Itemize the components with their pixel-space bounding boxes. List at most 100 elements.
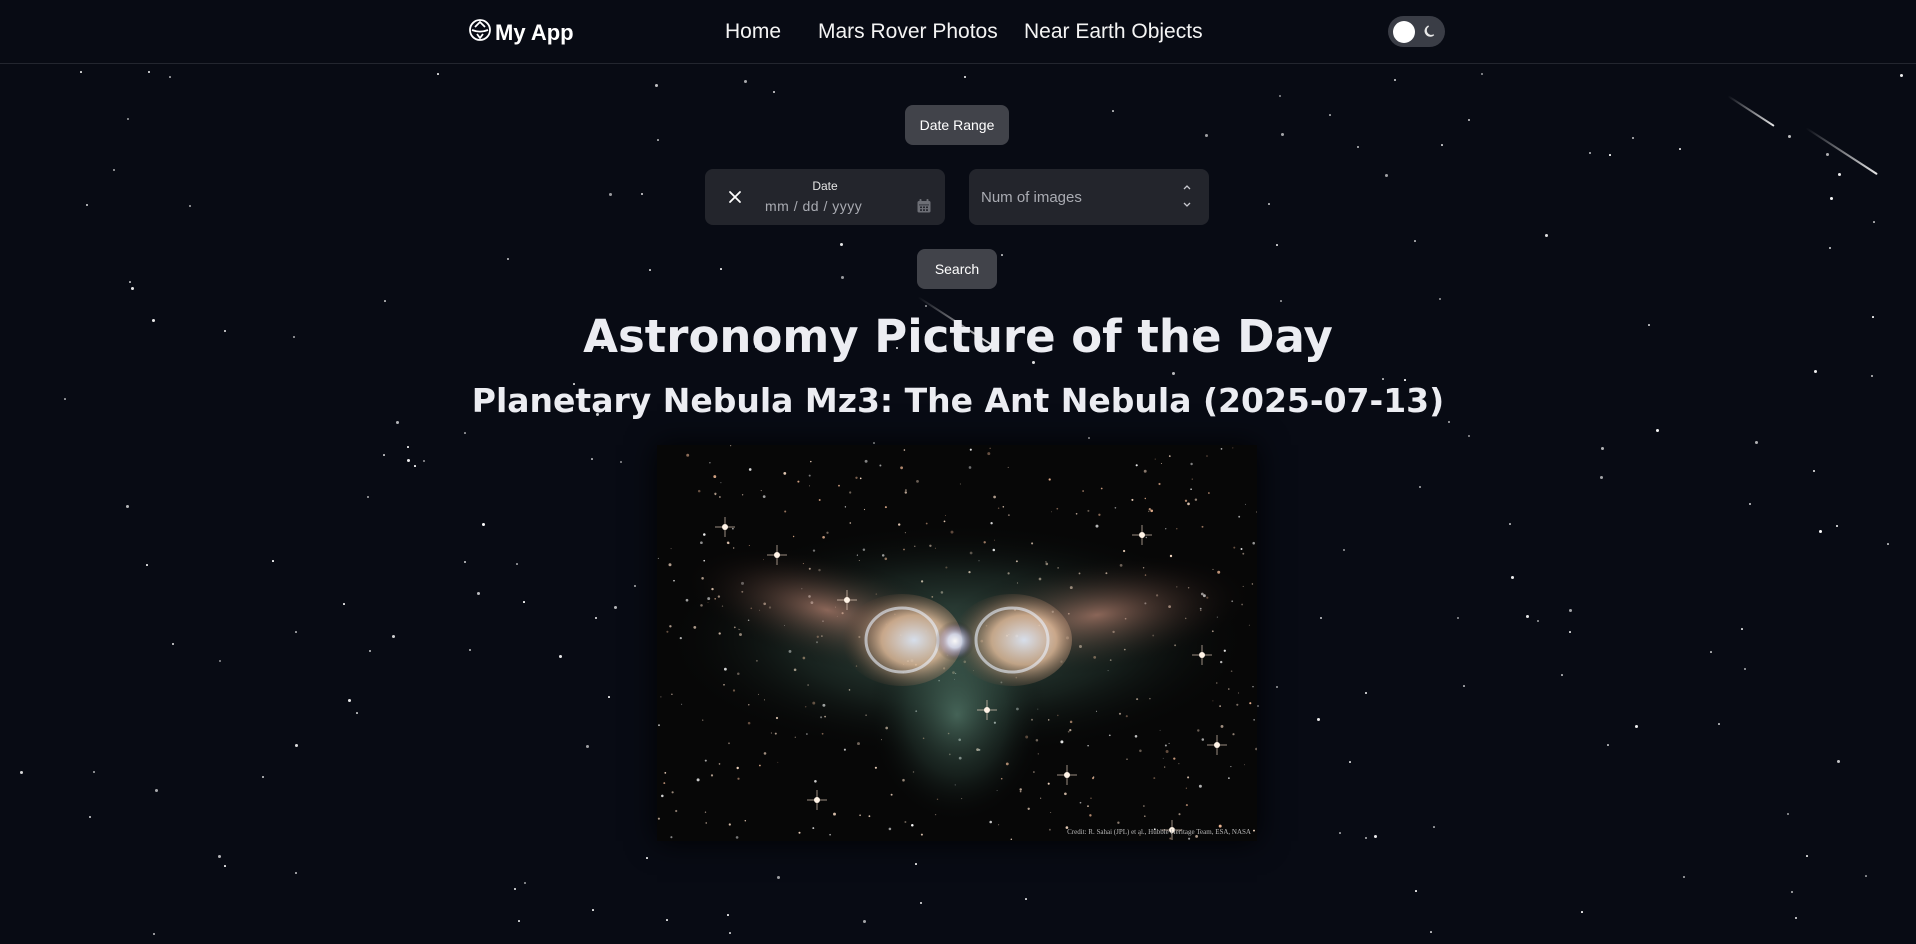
star <box>1317 718 1320 721</box>
star <box>1829 247 1831 249</box>
star <box>777 876 780 879</box>
star <box>524 882 526 884</box>
star <box>841 276 844 279</box>
star <box>1741 628 1743 630</box>
calendar-icon[interactable] <box>916 198 932 214</box>
star <box>1826 153 1829 156</box>
date-input[interactable]: mm / dd / yyyy <box>765 198 862 214</box>
star <box>127 118 129 120</box>
star <box>1281 133 1284 136</box>
star <box>1609 154 1611 156</box>
star <box>1679 148 1681 150</box>
star <box>1468 119 1470 121</box>
nav-link-home[interactable]: Home <box>725 20 781 44</box>
apod-image: Credit: R. Sahai (JPL) et al., Hubble He… <box>657 445 1257 841</box>
star <box>155 789 158 792</box>
star <box>523 601 525 603</box>
star <box>1441 144 1443 146</box>
star <box>595 617 597 619</box>
chevron-down-icon[interactable] <box>1181 199 1193 211</box>
star <box>964 76 966 78</box>
star <box>172 643 174 645</box>
star <box>1112 110 1114 112</box>
star <box>423 460 425 462</box>
nasa-orbit-logo-icon <box>468 18 492 48</box>
star <box>744 80 747 83</box>
num-images-field[interactable]: Num of images <box>969 169 1209 225</box>
star <box>1414 240 1416 242</box>
star <box>1787 813 1789 815</box>
star <box>414 465 416 467</box>
star <box>1581 911 1583 913</box>
star <box>146 564 148 566</box>
nav-link-near-earth-objects[interactable]: Near Earth Objects <box>1024 20 1203 44</box>
star <box>464 561 466 563</box>
chevron-up-icon[interactable] <box>1181 181 1193 193</box>
star <box>80 71 82 73</box>
navbar: My App Home Mars Rover Photos Near Earth… <box>0 0 1916 64</box>
star <box>1837 760 1840 763</box>
star <box>93 771 95 773</box>
star <box>272 560 274 562</box>
star <box>655 84 658 87</box>
star <box>113 169 115 171</box>
star <box>1718 723 1720 725</box>
star <box>514 888 516 890</box>
image-credit: Credit: R. Sahai (JPL) et al., Hubble He… <box>1067 828 1251 836</box>
star <box>1838 173 1841 176</box>
star <box>634 585 636 587</box>
star <box>1385 174 1388 177</box>
star <box>1320 617 1322 619</box>
star <box>1329 114 1331 116</box>
search-button[interactable]: Search <box>917 249 997 289</box>
shooting-star <box>1805 127 1878 176</box>
star <box>1537 620 1539 622</box>
star <box>482 523 485 526</box>
star <box>1439 298 1441 300</box>
star <box>863 920 866 923</box>
star <box>873 442 875 444</box>
star <box>437 73 439 75</box>
star <box>720 268 722 270</box>
star <box>1749 503 1751 505</box>
star <box>383 454 385 456</box>
star <box>1755 441 1758 444</box>
star <box>407 446 409 448</box>
star <box>407 459 410 462</box>
toggle-knob <box>1393 21 1415 43</box>
star <box>1900 74 1903 77</box>
star <box>840 243 843 246</box>
date-range-button[interactable]: Date Range <box>905 105 1009 145</box>
star <box>1683 876 1685 878</box>
theme-toggle[interactable] <box>1388 16 1445 47</box>
num-images-input[interactable]: Num of images <box>981 189 1082 206</box>
star <box>343 603 345 605</box>
nav-link-mars-rover-photos[interactable]: Mars Rover Photos <box>818 20 998 44</box>
star <box>1511 576 1514 579</box>
brand-link[interactable]: My App <box>468 18 574 48</box>
star <box>1419 486 1421 488</box>
star <box>1632 137 1634 139</box>
date-field[interactable]: Date mm / dd / yyyy <box>705 169 945 225</box>
star <box>1280 300 1282 302</box>
star <box>153 933 155 935</box>
star <box>89 816 91 818</box>
star <box>1382 378 1384 380</box>
star <box>1468 435 1470 437</box>
star <box>920 902 922 904</box>
star <box>356 712 358 714</box>
nebula-illustration <box>657 445 1257 841</box>
star <box>1791 891 1793 893</box>
star <box>1365 837 1367 839</box>
star <box>1601 447 1604 450</box>
star <box>915 863 917 865</box>
star <box>1268 203 1270 205</box>
star <box>1635 725 1638 728</box>
star <box>641 193 643 195</box>
star <box>1339 832 1341 834</box>
star <box>591 458 593 460</box>
star <box>727 914 729 916</box>
star <box>219 660 221 662</box>
shooting-star <box>1727 95 1775 127</box>
star <box>218 855 221 858</box>
